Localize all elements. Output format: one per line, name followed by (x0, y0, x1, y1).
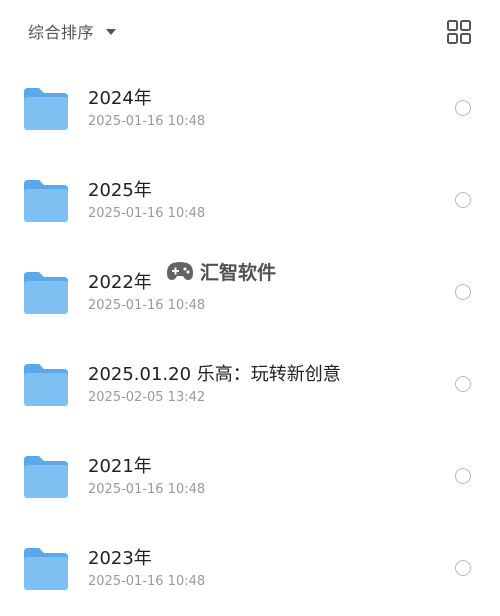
folder-modified-date: 2025-01-16 10:48 (88, 206, 206, 221)
top-toolbar: 综合排序 (0, 0, 500, 64)
folder-name: 2021年 (88, 456, 152, 477)
folder-name: 2024年 (88, 88, 152, 109)
select-radio[interactable] (455, 284, 471, 300)
folder-modified-date: 2025-01-16 10:48 (88, 114, 206, 129)
folder-name: 2023年 (88, 548, 152, 569)
list-item-folder[interactable]: 2025年 2025-01-16 10:48 (0, 156, 500, 248)
file-list: 2024年 2025-01-16 10:48 2025年 2025-01-16 … (0, 64, 500, 616)
folder-icon (22, 86, 70, 132)
list-item-folder[interactable]: 2023年 2025-01-16 10:48 (0, 524, 500, 616)
folder-icon (22, 178, 70, 224)
gamepad-icon (166, 260, 194, 282)
folder-modified-date: 2025-02-05 13:42 (88, 390, 206, 405)
folder-name: 2022年 (88, 272, 152, 293)
select-radio[interactable] (455, 560, 471, 576)
folder-modified-date: 2025-01-16 10:48 (88, 482, 206, 497)
folder-icon (22, 546, 70, 592)
watermark: 汇智软件 (166, 256, 276, 286)
folder-icon (22, 362, 70, 408)
folder-modified-date: 2025-01-16 10:48 (88, 574, 206, 589)
select-radio[interactable] (455, 192, 471, 208)
caret-down-icon (106, 29, 117, 35)
watermark-text: 汇智软件 (200, 261, 277, 284)
folder-icon (22, 270, 70, 316)
list-item-folder[interactable]: 2025.01.20 乐高：玩转新创意 2025-02-05 13:42 (0, 340, 500, 432)
list-item-folder[interactable]: 2021年 2025-01-16 10:48 (0, 432, 500, 524)
folder-icon (22, 454, 70, 500)
select-radio[interactable] (455, 100, 471, 116)
folder-name: 2025年 (88, 180, 152, 201)
sort-dropdown-button[interactable]: 综合排序 (28, 19, 117, 43)
select-radio[interactable] (455, 468, 471, 484)
folder-name: 2025.01.20 乐高：玩转新创意 (88, 364, 341, 385)
list-item-folder[interactable]: 2024年 2025-01-16 10:48 (0, 64, 500, 156)
select-radio[interactable] (455, 376, 471, 392)
sort-label: 综合排序 (28, 23, 95, 42)
folder-modified-date: 2025-01-16 10:48 (88, 298, 206, 313)
grid-view-icon[interactable] (446, 19, 472, 45)
